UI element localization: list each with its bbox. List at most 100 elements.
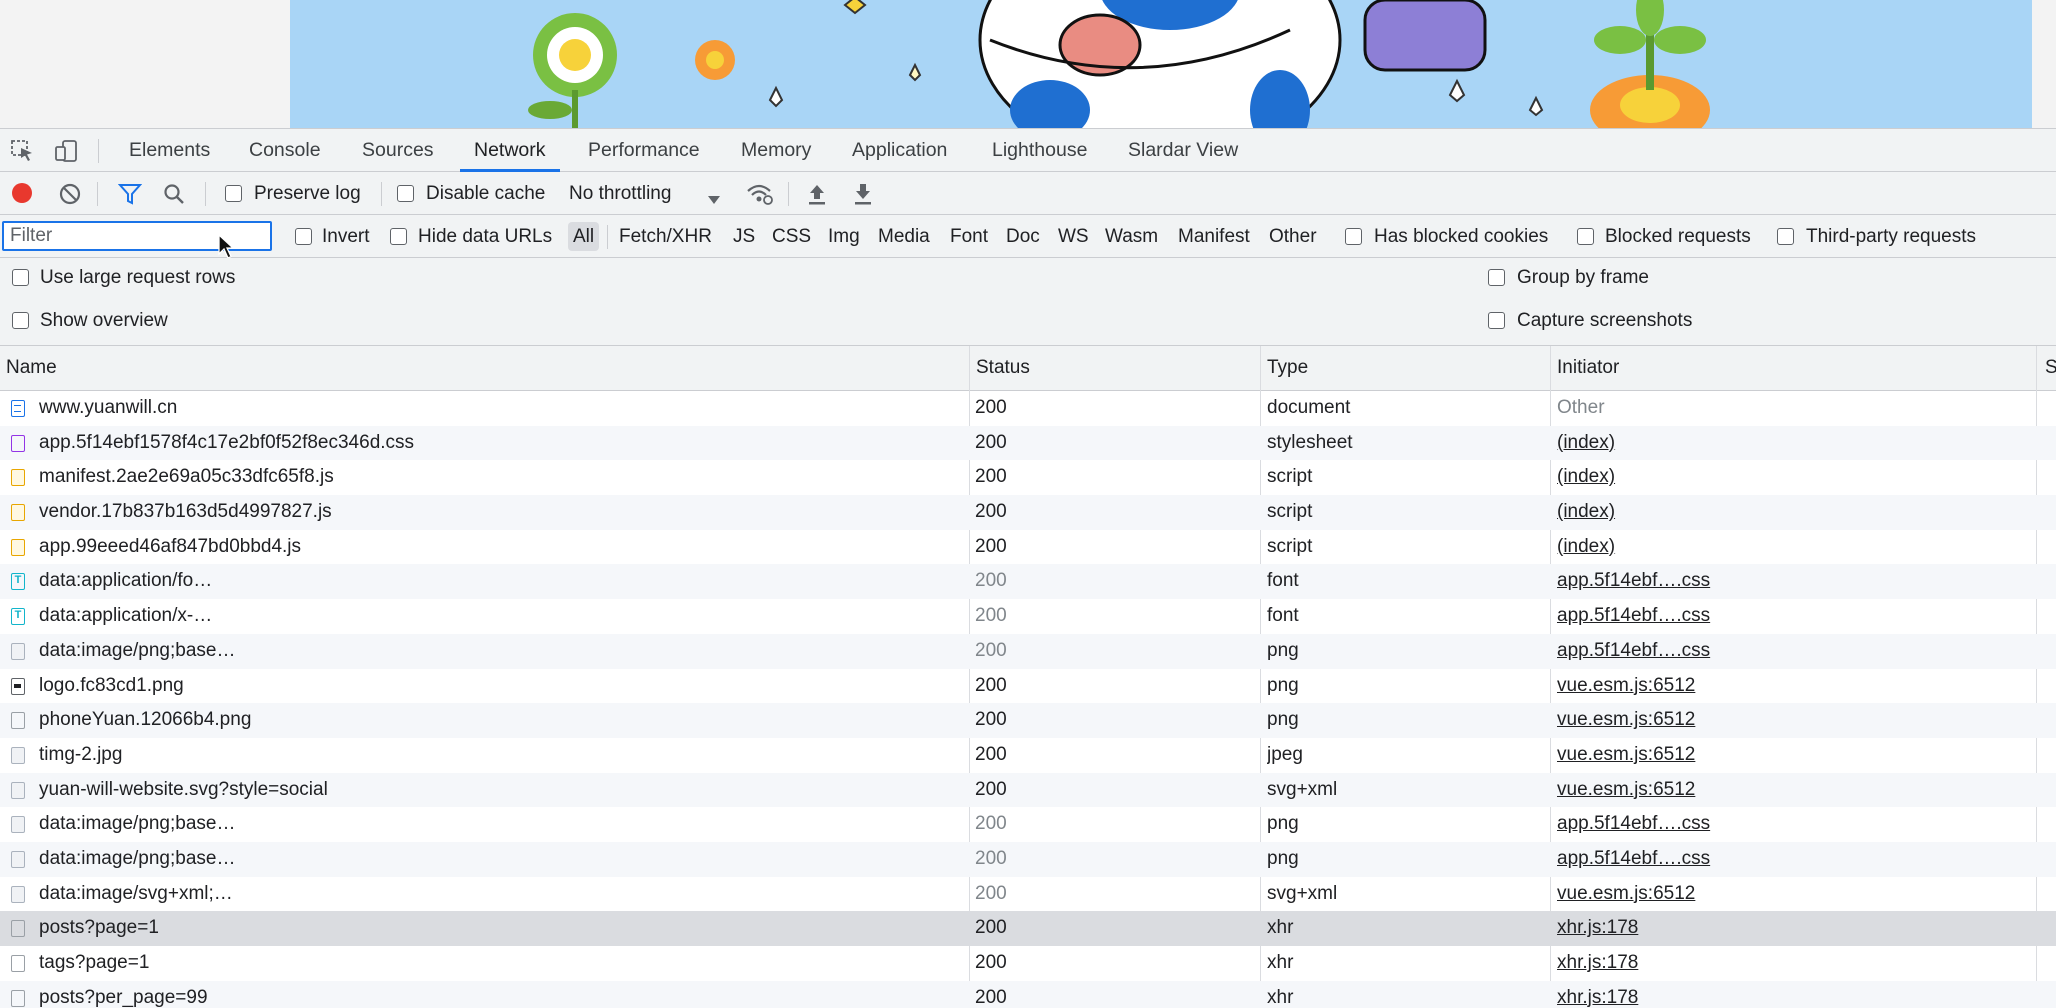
filter-type-media[interactable]: Media	[873, 222, 935, 251]
tab-memory[interactable]: Memory	[727, 129, 825, 172]
request-status: 200	[975, 501, 1007, 523]
table-row[interactable]: www.yuanwill.cn 200 document Other	[0, 391, 2056, 426]
script-file-icon	[11, 469, 25, 487]
table-row[interactable]: vendor.17b837b163d5d4997827.js 200 script (…	[0, 495, 2056, 530]
table-row[interactable]: data:image/png;base… 200 png app.5f14ebf….c…	[0, 807, 2056, 842]
request-initiator[interactable]: xhr.js:178	[1557, 981, 2027, 1008]
filter-type-js[interactable]: JS	[728, 222, 760, 251]
network-toolbar: Preserve log Disable cache No throttling	[0, 172, 2056, 215]
table-row[interactable]: app.5f14ebf1578f4c17e2bf0f52f8ec346d.css…	[0, 425, 2056, 461]
table-row[interactable]: posts?page=1 200 xhr xhr.js:178	[0, 911, 2056, 946]
column-header-status[interactable]: Status	[970, 346, 1030, 390]
group-by-frame-label: Group by frame	[1517, 267, 1649, 288]
throttling-select[interactable]: No throttling	[569, 183, 671, 205]
filter-type-wasm[interactable]: Wasm	[1100, 222, 1163, 251]
divider	[381, 182, 382, 206]
table-row[interactable]: yuan-will-website.svg?style=social 200 svg…	[0, 772, 2056, 808]
tab-network[interactable]: Network	[460, 129, 560, 172]
request-name: www.yuanwill.cn	[39, 397, 178, 418]
request-initiator[interactable]: app.5f14ebf….css	[1557, 842, 2027, 877]
filter-type-font[interactable]: Font	[945, 222, 993, 251]
request-initiator[interactable]: (index)	[1557, 426, 2027, 461]
tab-application[interactable]: Application	[838, 129, 961, 172]
request-status: 200	[975, 397, 1007, 418]
filter-type-fetch-xhr[interactable]: Fetch/XHR	[614, 222, 717, 251]
table-row[interactable]: tags?page=1 200 xhr xhr.js:178	[0, 946, 2056, 981]
imgdark-file-icon	[11, 677, 25, 695]
request-initiator[interactable]: xhr.js:178	[1557, 946, 2027, 981]
show-overview-checkbox[interactable]	[12, 312, 29, 329]
request-initiator[interactable]: app.5f14ebf….css	[1557, 634, 2027, 669]
hide-data-urls-checkbox[interactable]	[390, 228, 407, 245]
request-initiator[interactable]: app.5f14ebf….css	[1557, 564, 2027, 599]
has-blocked-cookies-checkbox[interactable]	[1345, 228, 1362, 245]
request-initiator[interactable]: vue.esm.js:6512	[1557, 773, 2027, 808]
blocked-requests-checkbox[interactable]	[1577, 228, 1594, 245]
img-file-icon	[11, 850, 25, 868]
request-initiator[interactable]: vue.esm.js:6512	[1557, 703, 2027, 738]
filter-icon[interactable]	[117, 183, 143, 205]
preserve-log-checkbox[interactable]	[225, 185, 242, 202]
request-initiator[interactable]: vue.esm.js:6512	[1557, 738, 2027, 773]
table-row[interactable]: Tdata:application/fo… 200 font app.5f14ebf……	[0, 564, 2056, 600]
filter-type-manifest[interactable]: Manifest	[1173, 222, 1255, 251]
filter-type-other[interactable]: Other	[1264, 222, 1322, 251]
capture-screenshots-checkbox[interactable]	[1488, 312, 1505, 329]
filter-type-doc[interactable]: Doc	[1001, 222, 1045, 251]
request-type: png	[1267, 847, 1299, 869]
request-initiator[interactable]: app.5f14ebf….css	[1557, 599, 2027, 634]
table-row[interactable]: data:image/png;base… 200 png app.5f14ebf….c…	[0, 633, 2056, 669]
request-type: png	[1267, 709, 1299, 731]
table-row[interactable]: phoneYuan.12066b4.png 200 png vue.esm.js:65…	[0, 703, 2056, 738]
table-row[interactable]: data:image/png;base… 200 png app.5f14ebf….c…	[0, 841, 2056, 877]
tab-lighthouse[interactable]: Lighthouse	[978, 129, 1101, 172]
table-row[interactable]: timg-2.jpg 200 jpeg vue.esm.js:6512	[0, 738, 2056, 773]
table-row[interactable]: app.99eeed46af847bd0bbd4.js 200 script (ind…	[0, 530, 2056, 565]
request-initiator[interactable]: app.5f14ebf….css	[1557, 807, 2027, 842]
table-row[interactable]: manifest.2ae2e69a05c33dfc65f8.js 200 scrip…	[0, 460, 2056, 495]
column-header-type[interactable]: Type	[1261, 346, 1308, 390]
tab-sources[interactable]: Sources	[348, 129, 448, 172]
third-party-requests-label: Third-party requests	[1806, 226, 1977, 247]
table-row[interactable]: Tdata:application/x-… 200 font app.5f14ebf……	[0, 599, 2056, 634]
filter-type-all[interactable]: All	[568, 222, 600, 251]
tab-console[interactable]: Console	[235, 129, 335, 172]
table-row[interactable]: logo.fc83cd1.png 200 png vue.esm.js:6512	[0, 669, 2056, 704]
clear-icon[interactable]	[59, 183, 81, 205]
filter-type-img[interactable]: Img	[823, 222, 865, 251]
request-status: 200	[975, 778, 1007, 800]
request-initiator[interactable]: xhr.js:178	[1557, 911, 2027, 946]
group-by-frame-checkbox[interactable]	[1488, 269, 1505, 286]
column-header-size[interactable]: S	[2039, 346, 2056, 390]
filter-type-ws[interactable]: WS	[1053, 222, 1094, 251]
script-file-icon	[11, 538, 25, 556]
record-button[interactable]	[12, 183, 32, 203]
network-conditions-icon[interactable]	[746, 183, 774, 205]
inspect-element-icon[interactable]	[11, 140, 35, 162]
invert-checkbox[interactable]	[295, 228, 312, 245]
export-har-icon[interactable]	[852, 182, 874, 206]
table-row[interactable]: data:image/svg+xml;… 200 svg+xml vue.esm.js…	[0, 877, 2056, 912]
has-blocked-cookies-label: Has blocked cookies	[1374, 226, 1549, 247]
large-rows-checkbox[interactable]	[12, 269, 29, 286]
search-icon[interactable]	[163, 183, 185, 205]
requests-table: Name Status Type Initiator S www.yuanwil…	[0, 346, 2056, 1008]
device-toolbar-icon[interactable]	[55, 140, 79, 162]
tab-slardar-view[interactable]: Slardar View	[1114, 129, 1252, 172]
request-initiator[interactable]: (index)	[1557, 495, 2027, 530]
chevron-down-icon[interactable]	[707, 189, 721, 211]
tab-performance[interactable]: Performance	[574, 129, 714, 172]
request-initiator[interactable]: (index)	[1557, 460, 2027, 495]
import-har-icon[interactable]	[806, 182, 828, 206]
request-initiator[interactable]: (index)	[1557, 530, 2027, 565]
column-header-initiator[interactable]: Initiator	[1551, 346, 1619, 390]
request-initiator[interactable]: vue.esm.js:6512	[1557, 877, 2027, 912]
third-party-requests-checkbox[interactable]	[1777, 228, 1794, 245]
large-rows-label: Use large request rows	[40, 267, 236, 288]
request-initiator[interactable]: vue.esm.js:6512	[1557, 669, 2027, 704]
filter-type-css[interactable]: CSS	[767, 222, 816, 251]
table-row[interactable]: posts?per_page=99 200 xhr xhr.js:178	[0, 980, 2056, 1008]
column-header-name[interactable]: Name	[0, 346, 57, 390]
disable-cache-checkbox[interactable]	[397, 185, 414, 202]
tab-elements[interactable]: Elements	[115, 129, 224, 172]
